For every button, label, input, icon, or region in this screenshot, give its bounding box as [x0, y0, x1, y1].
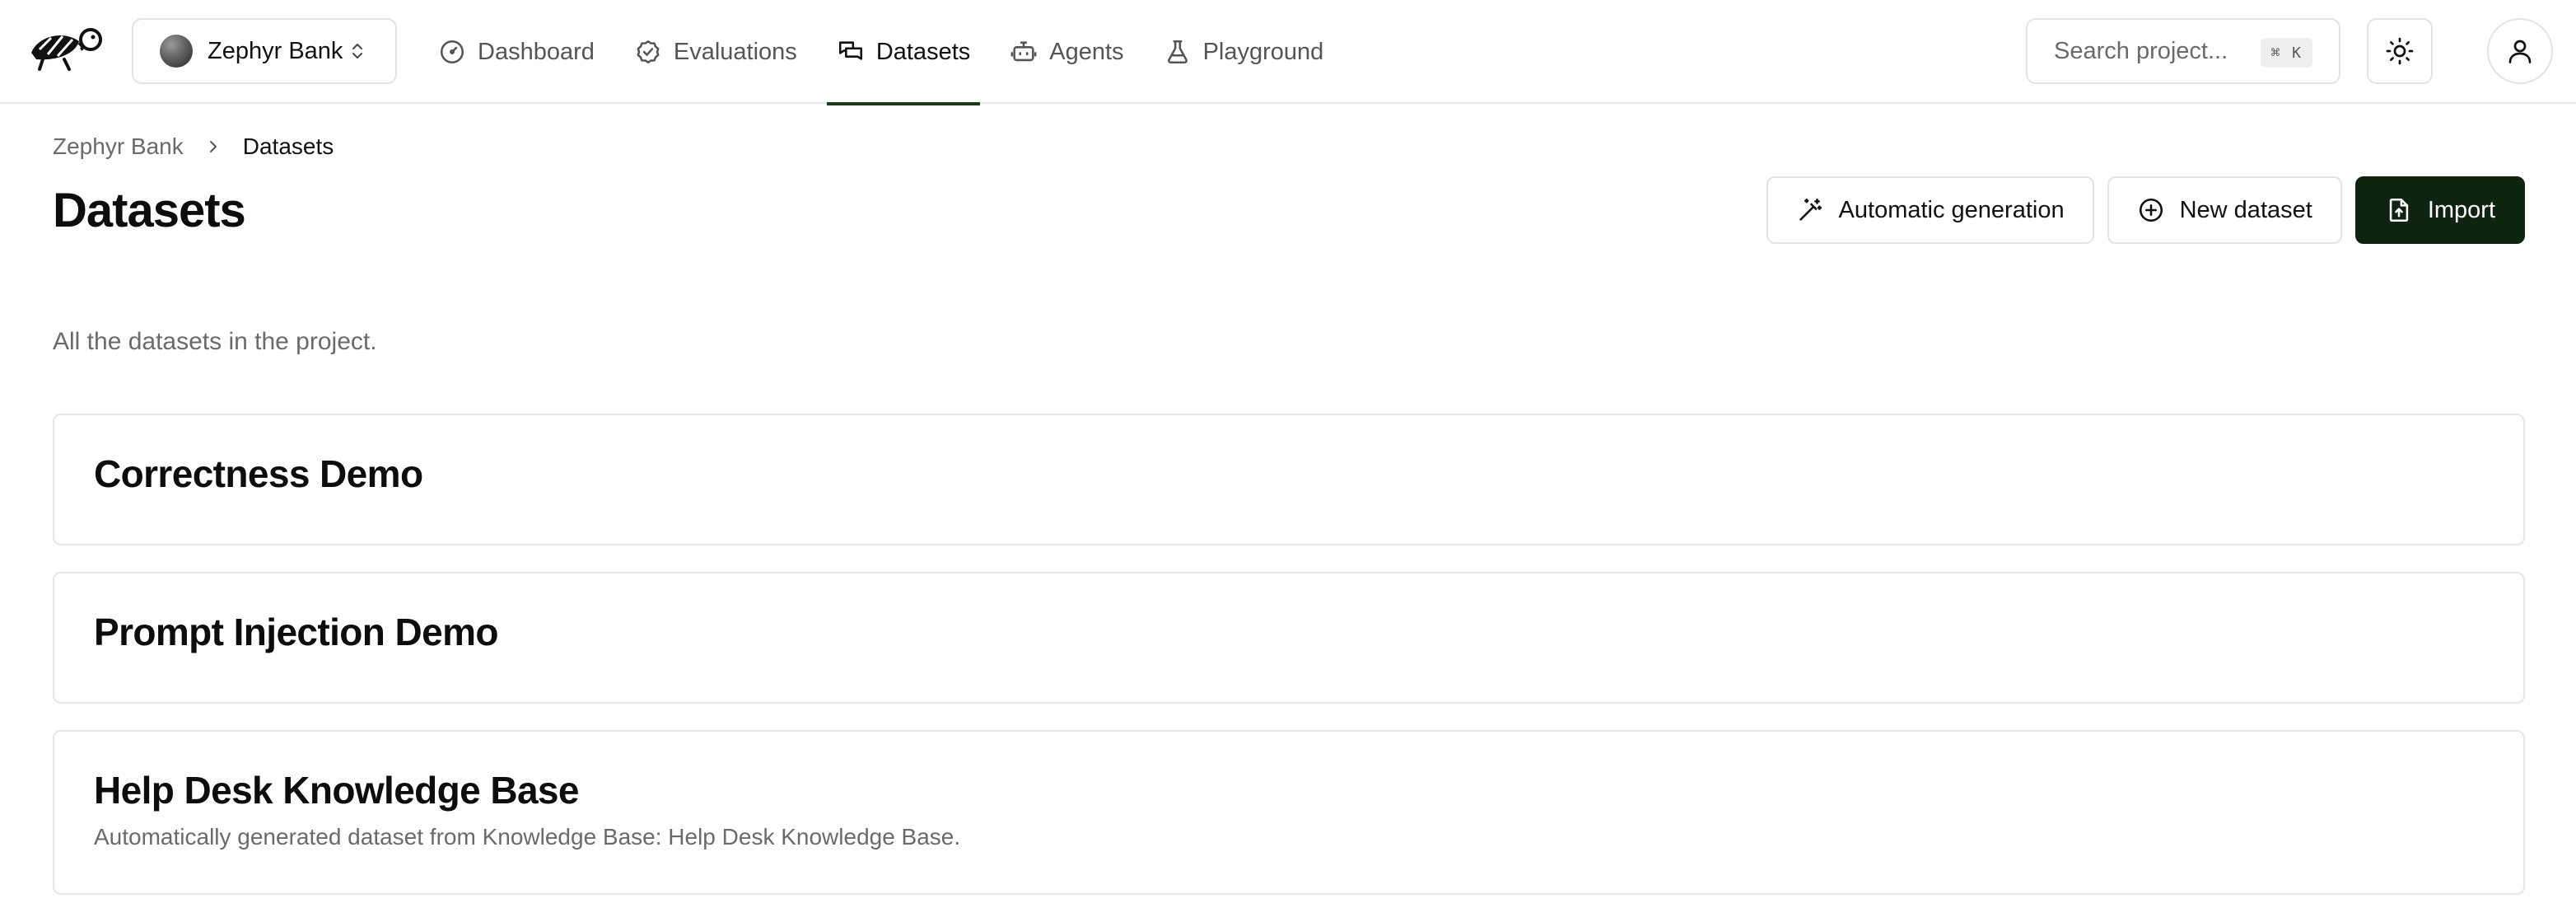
project-switcher[interactable]: Zephyr Bank — [132, 18, 397, 84]
nav-playground[interactable]: Playground — [1154, 0, 1334, 104]
nav-label: Evaluations — [673, 38, 797, 65]
theme-toggle-button[interactable] — [2367, 18, 2433, 84]
nav-label: Agents — [1049, 38, 1124, 65]
dataset-description: Automatically generated dataset from Kno… — [94, 824, 961, 849]
gauge-icon — [440, 40, 464, 64]
import-label: Import — [2427, 196, 2495, 223]
messages-icon — [838, 41, 862, 60]
new-dataset-label: New dataset — [2179, 196, 2312, 223]
project-avatar — [160, 35, 193, 68]
file-upload-icon — [2389, 198, 2409, 222]
turtle-logo-icon[interactable] — [26, 25, 105, 74]
flask-icon — [1167, 40, 1188, 64]
page-title: Datasets — [53, 184, 246, 237]
project-name: Zephyr Bank — [208, 37, 343, 64]
new-dataset-button[interactable]: New dataset — [2107, 176, 2342, 244]
search-shortcut-badge: ⌘ K — [2261, 38, 2312, 68]
dataset-name: Help Desk Knowledge Base — [94, 769, 580, 812]
top-navigation-bar: Zephyr Bank Dashboard Evaluations Datase… — [0, 0, 2576, 105]
check-circle-icon — [637, 40, 660, 64]
nav-dashboard[interactable]: Dashboard — [428, 0, 604, 104]
nav-label: Playground — [1202, 38, 1324, 65]
page-subtitle: All the datasets in the project. — [53, 328, 377, 355]
user-menu-button[interactable] — [2487, 18, 2553, 84]
breadcrumb-project-link[interactable]: Zephyr Bank — [53, 133, 184, 160]
chevron-right-icon — [209, 141, 217, 152]
dataset-list: Correctness Demo Prompt Injection Demo H… — [53, 414, 2525, 895]
bot-icon — [1010, 41, 1037, 62]
magic-wand-icon — [1799, 198, 1822, 221]
dataset-name: Correctness Demo — [94, 452, 423, 495]
sun-icon — [2386, 37, 2414, 65]
nav-datasets[interactable]: Datasets — [826, 0, 981, 105]
dataset-name: Prompt Injection Demo — [94, 611, 498, 653]
automatic-generation-button[interactable]: Automatic generation — [1766, 176, 2094, 244]
dataset-card[interactable]: Correctness Demo — [53, 414, 2525, 545]
import-button[interactable]: Import — [2354, 176, 2525, 244]
main-nav: Dashboard Evaluations Datasets Agents Pl… — [428, 0, 1353, 105]
search-placeholder: Search project... — [2054, 37, 2228, 64]
search-input[interactable]: Search project... ⌘ K — [2026, 18, 2340, 84]
breadcrumb-current: Datasets — [242, 133, 334, 159]
chevron-up-down-icon — [352, 44, 363, 59]
nav-agents[interactable]: Agents — [1000, 0, 1133, 104]
nav-label: Dashboard — [478, 38, 595, 65]
automatic-generation-label: Automatic generation — [1838, 196, 2065, 223]
page-actions: Automatic generation New dataset Import — [1766, 176, 2525, 244]
nav-evaluations[interactable]: Evaluations — [624, 0, 807, 104]
dataset-card[interactable]: Prompt Injection Demo — [53, 572, 2525, 704]
dataset-card[interactable]: Help Desk Knowledge Base Automatically g… — [53, 730, 2525, 895]
plus-circle-icon — [2139, 198, 2163, 222]
user-icon — [2508, 40, 2532, 63]
breadcrumb: Zephyr Bank Datasets — [53, 133, 334, 160]
nav-label: Datasets — [875, 38, 971, 65]
